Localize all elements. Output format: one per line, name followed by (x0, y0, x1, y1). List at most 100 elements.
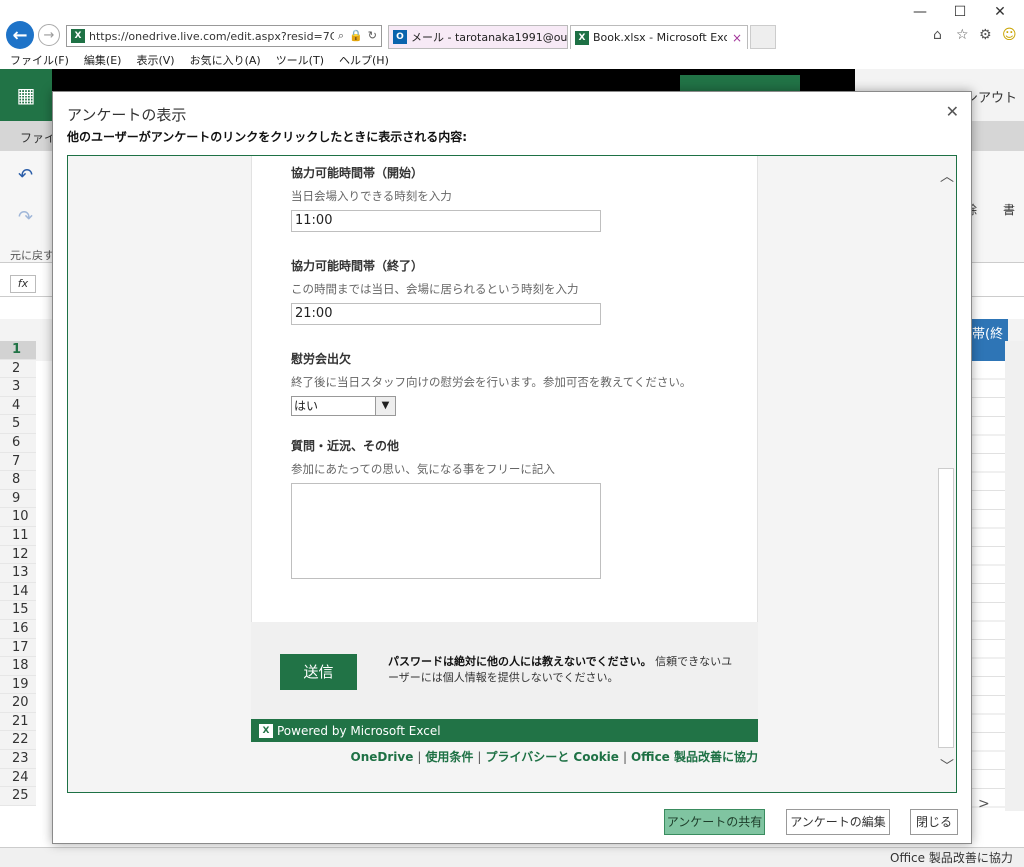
excel-logo-icon: X (259, 723, 273, 738)
dialog-subtitle: 他のユーザーがアンケートのリンクをクリックしたときに表示される内容: (67, 130, 468, 144)
tab-close-icon[interactable]: × (727, 31, 747, 45)
arrow-right-icon: → (43, 27, 55, 43)
new-tab-button[interactable] (750, 25, 776, 49)
status-bar (0, 847, 1024, 867)
row-number[interactable]: 3 (0, 378, 36, 397)
gear-icon[interactable]: ⚙ (979, 27, 992, 43)
chevron-up-icon[interactable]: ︿ (940, 166, 954, 186)
smiley-icon[interactable]: ☺ (1002, 27, 1017, 43)
row-number[interactable]: 18 (0, 657, 36, 676)
question-title: 協力可能時間帯（開始） (291, 166, 424, 180)
link-terms[interactable]: 使用条件 (425, 750, 473, 764)
row-number[interactable]: 8 (0, 471, 36, 490)
menu-favorites[interactable]: お気に入り(A) (190, 52, 261, 68)
link-separator: | (417, 750, 422, 764)
row-number[interactable]: 16 (0, 619, 36, 639)
chevron-down-icon[interactable]: ▼ (375, 397, 395, 415)
window-close-button[interactable]: ✕ (985, 4, 1015, 20)
preview-scrollbar[interactable]: ︿ ﹀ (936, 156, 956, 792)
link-separator: | (477, 750, 482, 764)
row-number[interactable]: 2 (0, 359, 36, 379)
row-number[interactable]: 17 (0, 638, 36, 658)
link-feedback[interactable]: Office 製品改善に協力 (631, 750, 758, 764)
undo-group-label: 元に戻す (10, 249, 54, 262)
search-icon[interactable]: ⌕ (338, 29, 344, 43)
row-number[interactable]: 21 (0, 712, 36, 732)
menu-file[interactable]: ファイル(F) (10, 52, 69, 68)
security-note: パスワードは絶対に他の人には教えないでください。 信頼できないユーザーには個人情… (388, 654, 738, 686)
address-bar-icons: ⌕ 🔒 ↻ (334, 29, 381, 43)
tab-mail[interactable]: O メール - tarotanaka1991@outloo... (388, 25, 568, 49)
column-header[interactable]: 帯(終 (972, 319, 1008, 361)
row-number[interactable]: 23 (0, 750, 36, 769)
back-button[interactable]: ← (6, 21, 34, 49)
home-icon[interactable]: ⌂ (933, 27, 942, 43)
waffle-icon: ▦ (16, 83, 36, 107)
address-url: https://onedrive.live.com/edit.aspx?resi… (89, 29, 334, 43)
signout-link[interactable]: シアウト (965, 87, 1017, 106)
menu-tools[interactable]: ツール(T) (276, 52, 324, 68)
row-number[interactable]: 12 (0, 545, 36, 565)
status-text[interactable]: Office 製品改善に協力 (890, 849, 1013, 866)
forward-button[interactable]: → (38, 24, 60, 46)
submit-area: 送信 パスワードは絶対に他の人には教えないでください。 信頼できないユーザーには… (251, 622, 758, 719)
redo-icon[interactable]: ↷ (18, 207, 33, 228)
tab-book[interactable]: X Book.xlsx - Microsoft Excel ... × (570, 25, 748, 49)
tab-label: Book.xlsx - Microsoft Excel ... (593, 31, 727, 44)
refresh-icon[interactable]: ↻ (368, 29, 377, 43)
submit-button[interactable]: 送信 (280, 654, 357, 690)
undo-icon[interactable]: ↶ (18, 165, 33, 186)
row-number[interactable]: 20 (0, 694, 36, 713)
row-number[interactable]: 5 (0, 415, 36, 434)
menu-edit[interactable]: 編集(E) (84, 52, 122, 68)
share-survey-button[interactable]: アンケートの共有 (664, 809, 765, 835)
grid-cells[interactable] (970, 361, 1005, 811)
row-number[interactable]: 13 (0, 564, 36, 583)
row-number[interactable]: 15 (0, 601, 36, 620)
sheet-scrollbar[interactable] (1005, 341, 1024, 811)
row-number[interactable]: 11 (0, 526, 36, 546)
row-number[interactable]: 14 (0, 582, 36, 602)
lock-icon[interactable]: 🔒 (349, 29, 363, 43)
app-launcher-button[interactable]: ▦ (0, 69, 52, 121)
row-number[interactable]: 7 (0, 452, 36, 472)
footer-links: OneDrive | 使用条件 | プライバシーと Cookie | Office 製品改善… (251, 748, 758, 765)
chevron-down-icon[interactable]: ﹀ (940, 756, 954, 776)
fx-icon[interactable]: fx (10, 275, 36, 293)
row-number[interactable]: 24 (0, 768, 36, 788)
row-number[interactable]: 1 (0, 341, 36, 360)
comments-textarea[interactable] (291, 483, 601, 579)
arrow-left-icon: ← (12, 24, 28, 46)
survey-preview-frame: 協力可能時間帯（開始） 当日会場入りできる時刻を入力 11:00 協力可能時間帯… (67, 155, 957, 793)
window-minimize-button[interactable]: — (905, 4, 935, 20)
window-maximize-button[interactable]: ☐ (945, 4, 975, 20)
link-onedrive[interactable]: OneDrive (351, 750, 414, 764)
powered-by-text: Powered by Microsoft Excel (277, 723, 441, 738)
close-icon[interactable]: ✕ (946, 102, 959, 121)
survey-preview-dialog: アンケートの表示 ✕ 他のユーザーがアンケートのリンクをクリックしたときに表示さ… (52, 91, 972, 844)
start-time-input[interactable]: 11:00 (291, 210, 601, 232)
question-title: 慰労会出欠 (291, 352, 352, 366)
row-number[interactable]: 25 (0, 787, 36, 806)
end-time-input[interactable]: 21:00 (291, 303, 601, 325)
row-number[interactable]: 4 (0, 396, 36, 416)
dialog-title: アンケートの表示 (67, 106, 187, 124)
attendance-select[interactable]: はい ▼ (291, 396, 396, 416)
chevron-right-icon[interactable]: > (978, 796, 990, 812)
menu-view[interactable]: 表示(V) (136, 52, 174, 68)
row-number[interactable]: 6 (0, 433, 36, 453)
star-icon[interactable]: ☆ (956, 27, 969, 43)
edit-survey-button[interactable]: アンケートの編集 (786, 809, 890, 835)
row-number[interactable]: 9 (0, 489, 36, 509)
scrollbar-thumb[interactable] (938, 468, 954, 748)
question-title: 質問・近況、その他 (291, 439, 400, 453)
link-privacy[interactable]: プライバシーと Cookie (485, 750, 618, 764)
row-number[interactable]: 19 (0, 675, 36, 695)
close-button[interactable]: 閉じる (910, 809, 958, 835)
outlook-favicon-icon: O (393, 30, 407, 44)
row-number[interactable]: 10 (0, 508, 36, 527)
menu-help[interactable]: ヘルプ(H) (339, 52, 389, 68)
browser-titlebar: ← → X https://onedrive.live.com/edit.asp… (0, 0, 1024, 50)
row-number[interactable]: 22 (0, 731, 36, 751)
address-bar[interactable]: X https://onedrive.live.com/edit.aspx?re… (66, 25, 382, 47)
